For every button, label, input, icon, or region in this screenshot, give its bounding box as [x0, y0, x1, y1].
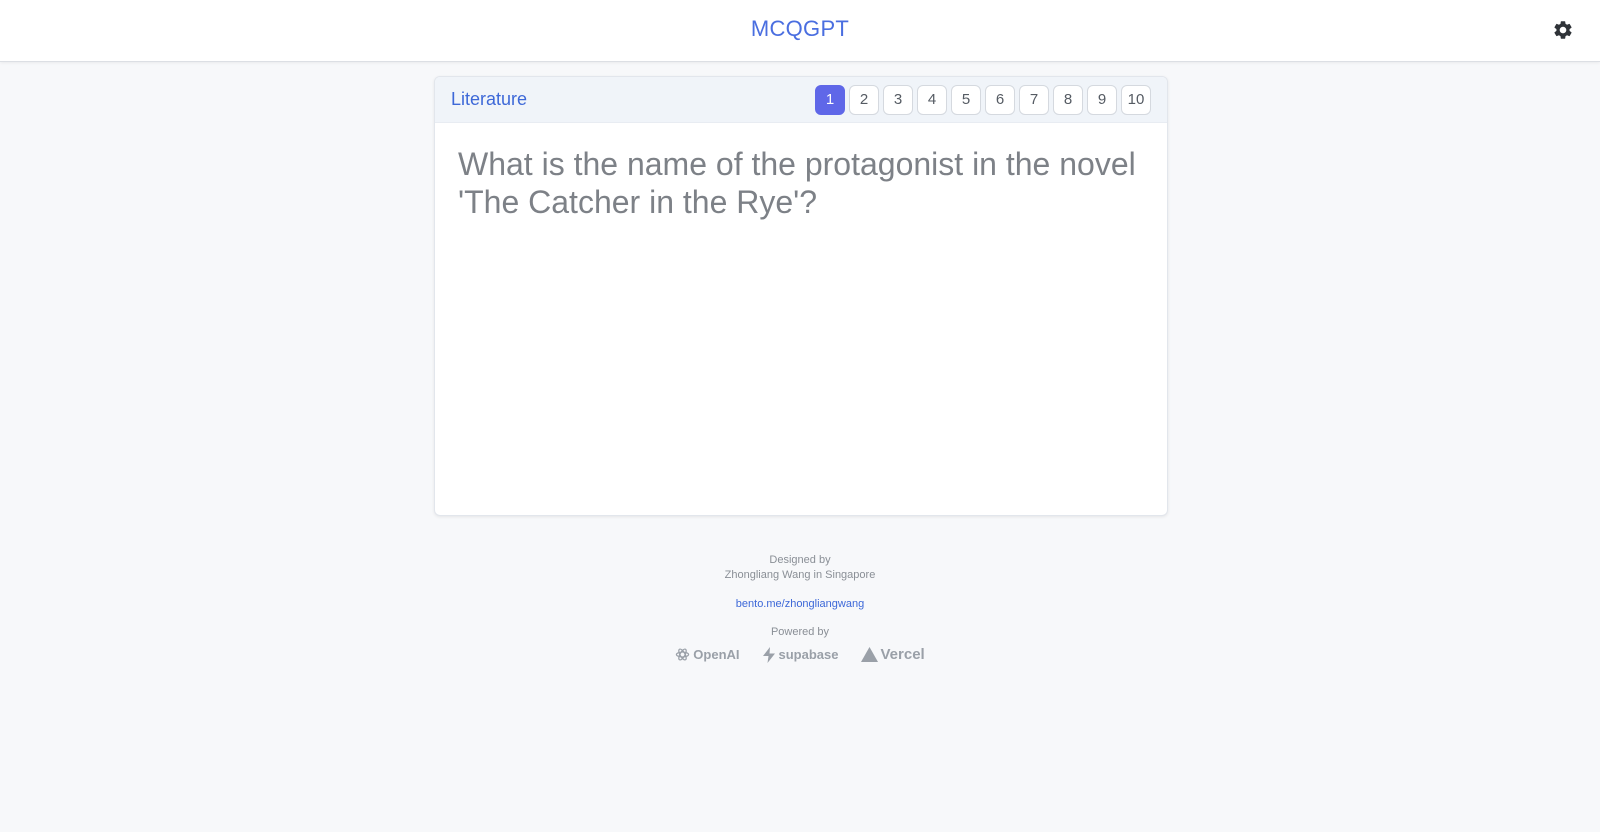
app-root: MCQGPT Literature 1 2 3 4 5 6 7 8 9 10 W…: [0, 0, 1600, 834]
page-button-5[interactable]: 5: [951, 85, 981, 115]
page-button-4[interactable]: 4: [917, 85, 947, 115]
page-button-7[interactable]: 7: [1019, 85, 1049, 115]
supabase-logo[interactable]: supabase: [762, 646, 839, 663]
page-button-8[interactable]: 8: [1053, 85, 1083, 115]
category-label: Literature: [451, 89, 528, 109]
footer: Designed by Zhongliang Wang in Singapore…: [0, 553, 1600, 663]
supabase-icon: [762, 646, 776, 663]
page-button-10[interactable]: 10: [1121, 85, 1151, 115]
vercel-wordmark: Vercel: [880, 646, 925, 663]
question-text: What is the name of the protagonist in t…: [458, 146, 1136, 220]
question-pager: 1 2 3 4 5 6 7 8 9 10: [815, 85, 1151, 115]
page-button-9[interactable]: 9: [1087, 85, 1117, 115]
vercel-logo[interactable]: Vercel: [860, 646, 925, 663]
author-link[interactable]: bento.me/zhongliangwang: [736, 598, 864, 610]
brand-title[interactable]: MCQGPT: [0, 16, 1600, 42]
designed-by-label: Designed by: [769, 554, 831, 566]
page-button-6[interactable]: 6: [985, 85, 1015, 115]
openai-logo[interactable]: OpenAI: [675, 647, 740, 662]
card-header: Literature 1 2 3 4 5 6 7 8 9 10: [435, 77, 1167, 123]
openai-icon: [675, 647, 690, 662]
openai-wordmark: OpenAI: [693, 647, 740, 662]
top-navbar: MCQGPT: [0, 0, 1600, 62]
vercel-triangle-icon: [860, 647, 878, 662]
question-card: Literature 1 2 3 4 5 6 7 8 9 10 What is …: [434, 76, 1168, 516]
main-content: Literature 1 2 3 4 5 6 7 8 9 10 What is …: [0, 61, 1600, 832]
powered-by-label: Powered by: [770, 626, 830, 638]
page-button-2[interactable]: 2: [849, 85, 879, 115]
powered-by-logos: OpenAI supabase Vercel: [0, 646, 1600, 663]
page-button-1[interactable]: 1: [815, 85, 845, 115]
page-button-3[interactable]: 3: [883, 85, 913, 115]
gear-icon[interactable]: [1552, 19, 1574, 41]
author-line: Zhongliang Wang in Singapore: [724, 569, 876, 581]
supabase-wordmark: supabase: [778, 647, 839, 662]
